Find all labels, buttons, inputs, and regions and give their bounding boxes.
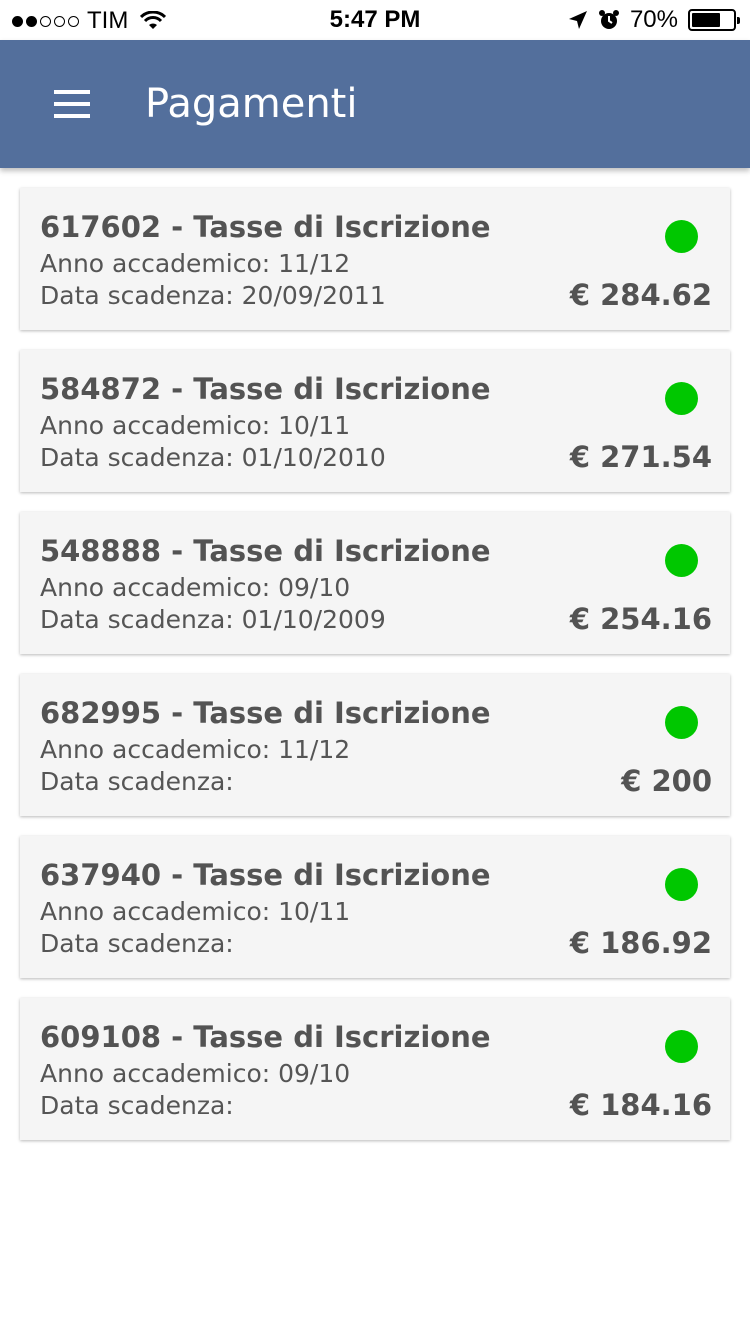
battery-fill bbox=[692, 13, 720, 27]
academic-year: Anno accademico: 09/10 bbox=[40, 573, 351, 602]
payment-amount: € 271.54 bbox=[569, 440, 712, 474]
academic-year: Anno accademico: 10/11 bbox=[40, 897, 351, 926]
payment-title: 637940 - Tasse di Iscrizione bbox=[40, 858, 491, 892]
payment-card[interactable]: 637940 - Tasse di Iscrizione Anno accade… bbox=[20, 836, 730, 978]
battery-percent: 70% bbox=[629, 6, 678, 33]
payment-card[interactable]: 584872 - Tasse di Iscrizione Anno accade… bbox=[20, 350, 730, 492]
due-date: Data scadenza: bbox=[40, 929, 234, 958]
due-date: Data scadenza: 01/10/2009 bbox=[40, 605, 386, 634]
location-arrow-icon bbox=[568, 11, 587, 29]
status-dot-icon bbox=[665, 382, 698, 415]
status-dot-icon bbox=[665, 220, 698, 253]
payment-amount: € 184.16 bbox=[569, 1088, 712, 1122]
status-dot-icon bbox=[665, 868, 698, 901]
payment-title: 584872 - Tasse di Iscrizione bbox=[40, 372, 491, 406]
payment-title: 617602 - Tasse di Iscrizione bbox=[40, 210, 491, 244]
battery-icon bbox=[688, 9, 740, 31]
payment-card[interactable]: 682995 - Tasse di Iscrizione Anno accade… bbox=[20, 674, 730, 816]
status-dot-icon bbox=[665, 706, 698, 739]
due-date: Data scadenza: 20/09/2011 bbox=[40, 281, 386, 310]
payment-amount: € 186.92 bbox=[569, 926, 712, 960]
status-bar: TIM 5:47 PM 70% bbox=[0, 0, 750, 40]
due-date: Data scadenza: 01/10/2010 bbox=[40, 443, 386, 472]
payment-card[interactable]: 548888 - Tasse di Iscrizione Anno accade… bbox=[20, 512, 730, 654]
payment-amount: € 254.16 bbox=[569, 602, 712, 636]
payments-list: 617602 - Tasse di Iscrizione Anno accade… bbox=[20, 188, 730, 1160]
payment-title: 548888 - Tasse di Iscrizione bbox=[40, 534, 491, 568]
payment-card[interactable]: 617602 - Tasse di Iscrizione Anno accade… bbox=[20, 188, 730, 330]
hamburger-menu-icon[interactable] bbox=[44, 80, 100, 128]
status-dot-icon bbox=[665, 544, 698, 577]
due-date: Data scadenza: bbox=[40, 767, 234, 796]
payment-card[interactable]: 609108 - Tasse di Iscrizione Anno accade… bbox=[20, 998, 730, 1140]
payment-title: 609108 - Tasse di Iscrizione bbox=[40, 1020, 491, 1054]
payment-amount: € 284.62 bbox=[569, 278, 712, 312]
page-title: Pagamenti bbox=[145, 81, 358, 127]
app-bar: Pagamenti bbox=[0, 40, 750, 168]
academic-year: Anno accademico: 11/12 bbox=[40, 249, 351, 278]
academic-year: Anno accademico: 10/11 bbox=[40, 411, 351, 440]
payment-title: 682995 - Tasse di Iscrizione bbox=[40, 696, 491, 730]
payment-amount: € 200 bbox=[621, 764, 712, 798]
alarm-clock-icon bbox=[598, 10, 619, 29]
academic-year: Anno accademico: 11/12 bbox=[40, 735, 351, 764]
due-date: Data scadenza: bbox=[40, 1091, 234, 1120]
status-dot-icon bbox=[665, 1030, 698, 1063]
academic-year: Anno accademico: 09/10 bbox=[40, 1059, 351, 1088]
